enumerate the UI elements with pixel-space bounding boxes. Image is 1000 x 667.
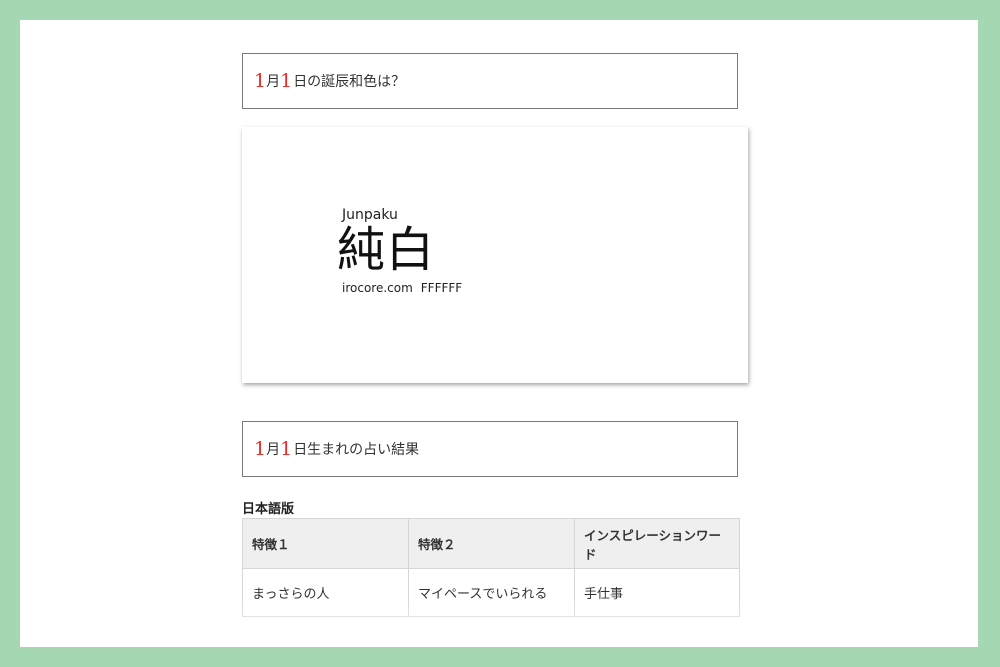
fortune-result-heading: 1 月 1 日生まれの占い結果 [242, 421, 738, 477]
color-meta: irocore.com FFFFFF [342, 281, 462, 295]
month-number: 1 [254, 69, 267, 92]
fortune-table: 特徴１ 特徴２ インスピレーションワード まっさらの人 マイペースでいられる 手… [242, 518, 740, 617]
table-header-row: 特徴１ 特徴２ インスピレーションワード [242, 518, 740, 569]
table-row: まっさらの人 マイペースでいられる 手仕事 [242, 568, 740, 617]
table-cell: マイペースでいられる [408, 568, 575, 617]
color-hex-code: FFFFFF [420, 281, 463, 295]
section-label-japanese: 日本語版 [242, 502, 295, 517]
heading-text: 日の誕辰和色は？ [293, 74, 406, 90]
day-number: 1 [280, 437, 293, 460]
table-cell: まっさらの人 [242, 568, 409, 617]
color-site: irocore.com [342, 281, 413, 295]
column-header-inspiration-word: インスピレーションワード [574, 518, 740, 569]
month-number: 1 [254, 437, 267, 460]
birthday-color-heading: 1 月 1 日の誕辰和色は？ [242, 53, 738, 109]
page-frame: 1 月 1 日の誕辰和色は？ Junpaku 純白 irocore.com FFF… [20, 20, 978, 647]
color-kanji: 純白 [337, 222, 436, 278]
month-unit: 月 [266, 74, 281, 90]
day-number: 1 [280, 69, 293, 92]
month-unit: 月 [266, 442, 281, 458]
color-card: Junpaku 純白 irocore.com FFFFFF [242, 127, 748, 383]
column-header-trait1: 特徴１ [242, 518, 409, 569]
heading-text: 日生まれの占い結果 [293, 442, 420, 458]
color-romaji: Junpaku [342, 207, 398, 223]
table-cell: 手仕事 [574, 568, 740, 617]
column-header-trait2: 特徴２ [408, 518, 575, 569]
